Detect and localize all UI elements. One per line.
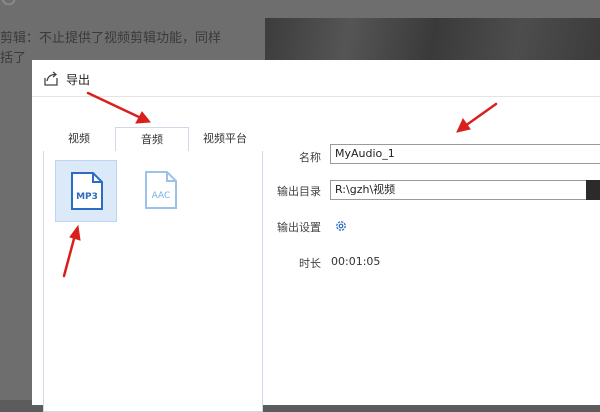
- dialog-title: 导出: [66, 73, 91, 87]
- duration-value: 00:01:05: [331, 255, 381, 268]
- export-icon: [44, 71, 58, 86]
- mp3-file-icon: MP3: [71, 172, 103, 210]
- duration-label: 时长: [299, 257, 321, 270]
- tab-audio[interactable]: 音频: [115, 127, 189, 153]
- aac-label: AAC: [152, 191, 171, 201]
- export-dialog: 导出 视频 音频 视频平台 MP3 AAC 名称 MyAudio_1 输出目录 …: [32, 60, 600, 412]
- output-dir-label: 输出目录: [277, 185, 321, 198]
- aac-file-icon: AAC: [145, 171, 177, 209]
- browse-folder-button[interactable]: [586, 180, 600, 200]
- tab-video-platform[interactable]: 视频平台: [189, 127, 261, 152]
- dialog-titlebar: 导出: [32, 60, 600, 97]
- background-heading: O: [0, 0, 17, 11]
- background-text-line-2: 括了: [0, 51, 27, 66]
- background-text-line-1: 剪辑：不止提供了视频剪辑功能，同样: [0, 31, 222, 46]
- output-dir-input[interactable]: R:\gzh\视频: [330, 180, 587, 200]
- format-panel: MP3 AAC: [43, 151, 263, 412]
- format-tile-aac[interactable]: AAC: [130, 160, 192, 222]
- name-input[interactable]: MyAudio_1: [330, 144, 600, 164]
- format-tile-mp3[interactable]: MP3: [55, 160, 117, 222]
- name-label: 名称: [299, 151, 321, 164]
- settings-gear-icon[interactable]: [334, 219, 348, 233]
- tab-video[interactable]: 视频: [43, 127, 115, 152]
- mp3-label: MP3: [76, 192, 98, 202]
- output-settings-label: 输出设置: [277, 221, 321, 234]
